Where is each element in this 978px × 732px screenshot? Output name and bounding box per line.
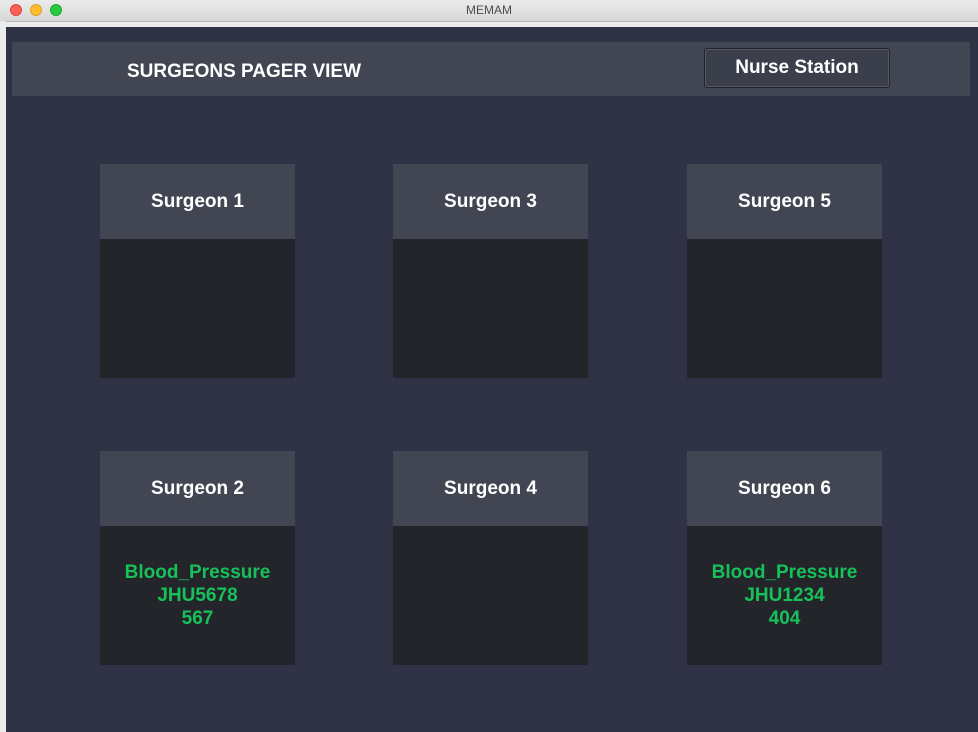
alert-value: 567: [181, 608, 214, 629]
surgeon-pager-panel: [393, 239, 588, 378]
window-titlebar: MEMAM: [0, 0, 978, 22]
nurse-station-button[interactable]: Nurse Station: [704, 48, 890, 88]
surgeon-card-header: Surgeon 6: [687, 451, 882, 526]
surgeon-card-6: Surgeon 6 Blood_Pressure JHU1234 404: [687, 451, 882, 665]
surgeon-card-header: Surgeon 3: [393, 164, 588, 239]
surgeon-card-header: Surgeon 1: [100, 164, 295, 239]
surgeon-card-header: Surgeon 4: [393, 451, 588, 526]
surgeon-card-5: Surgeon 5: [687, 164, 882, 378]
surgeon-card-3: Surgeon 3: [393, 164, 588, 378]
alert-type: Blood_Pressure: [124, 562, 271, 583]
header-bar: SURGEONS PAGER VIEW Nurse Station: [12, 42, 970, 96]
alert-patient-id: JHU1234: [744, 585, 825, 606]
page-title: SURGEONS PAGER VIEW: [127, 61, 362, 82]
surgeon-pager-panel: [687, 239, 882, 378]
surgeon-pager-panel: [100, 239, 295, 378]
surgeon-card-header: Surgeon 5: [687, 164, 882, 239]
surgeon-card-2: Surgeon 2 Blood_Pressure JHU5678 567: [100, 451, 295, 665]
alert-patient-id: JHU5678: [157, 585, 238, 606]
surgeon-pager-panel: [393, 526, 588, 665]
alert-value: 404: [768, 608, 801, 629]
surgeon-pager-panel: Blood_Pressure JHU5678 567: [100, 526, 295, 665]
window-title: MEMAM: [466, 3, 512, 17]
alert-type: Blood_Pressure: [711, 562, 858, 583]
surgeon-pager-panel: Blood_Pressure JHU1234 404: [687, 526, 882, 665]
app-content: SURGEONS PAGER VIEW Nurse Station Surgeo…: [6, 27, 978, 732]
surgeon-card-4: Surgeon 4: [393, 451, 588, 665]
surgeon-card-header: Surgeon 2: [100, 451, 295, 526]
surgeon-card-1: Surgeon 1: [100, 164, 295, 378]
